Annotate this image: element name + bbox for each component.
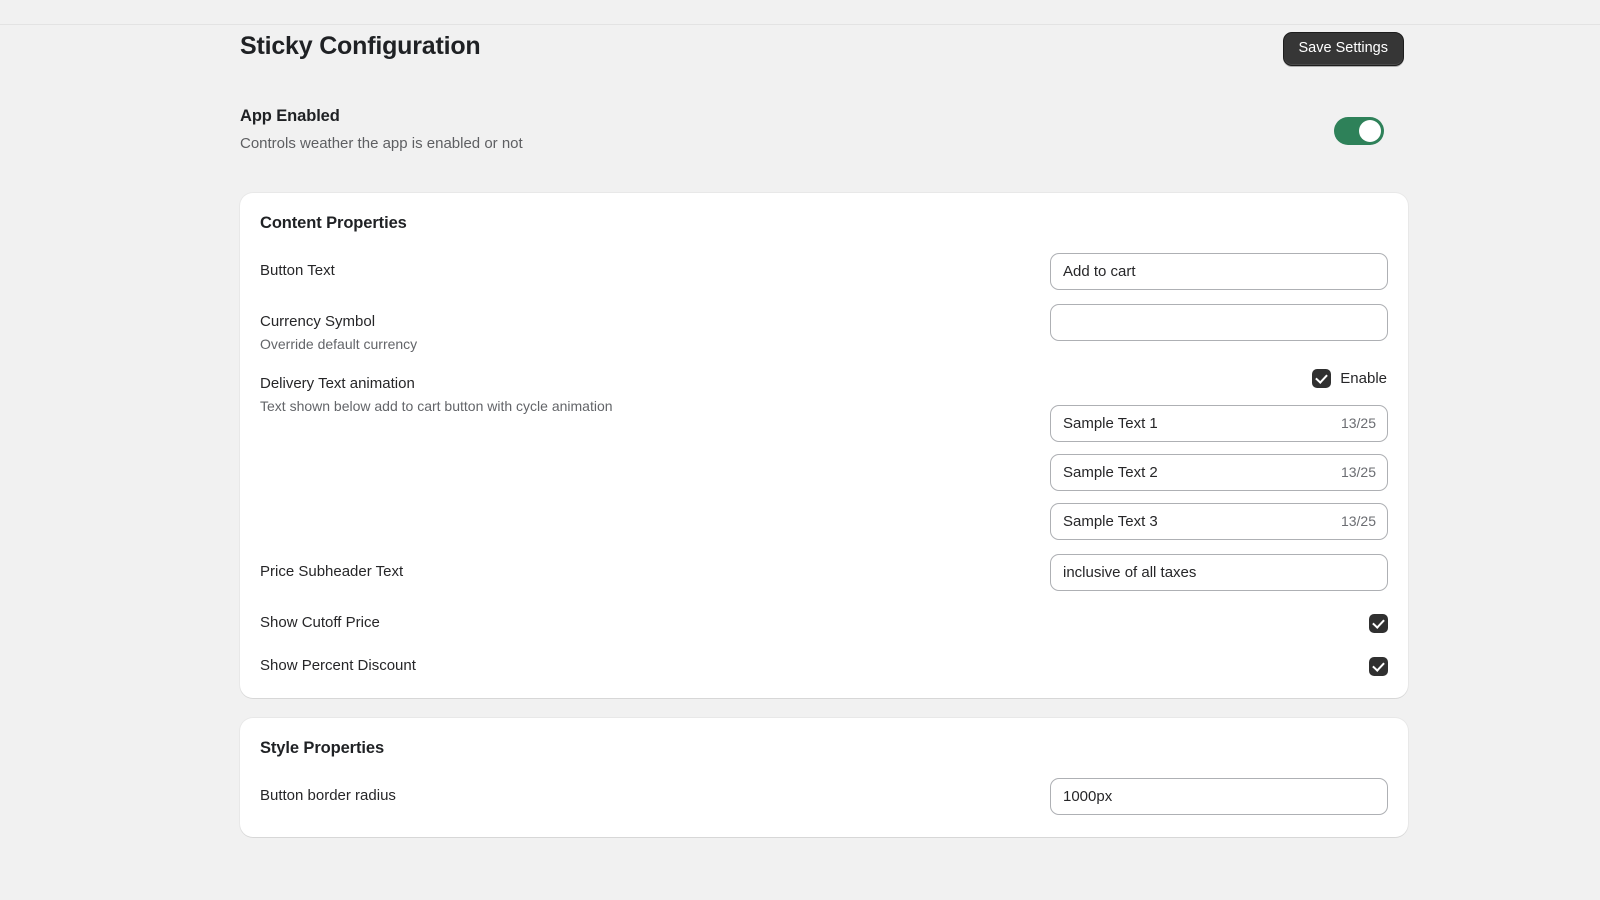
- page-header: Sticky Configuration Save Settings: [240, 25, 1408, 89]
- currency-symbol-input[interactable]: [1050, 304, 1388, 341]
- show-percent-discount-label: Show Percent Discount: [260, 656, 416, 674]
- style-properties-card: Style Properties Button border radius: [240, 718, 1408, 838]
- row-currency-symbol-control: [1040, 304, 1388, 341]
- price-subheader-label: Price Subheader Text: [260, 562, 404, 580]
- currency-symbol-help: Override default currency: [260, 335, 418, 352]
- delivery-text-animation-label: Delivery Text animation: [260, 374, 415, 392]
- currency-symbol-label: Currency Symbol: [260, 313, 376, 330]
- button-text-label: Button Text: [260, 262, 335, 279]
- content-properties-card: Content Properties Button Text Currency …: [240, 193, 1408, 699]
- row-delivery-control: Enable 13/25 13/25 13/25: [1040, 368, 1388, 540]
- row-button-border-radius: Button border radius: [260, 764, 1388, 816]
- row-delivery-labels: Delivery Text animation Text shown below…: [260, 369, 1040, 417]
- row-show-cutoff-labels: Show Cutoff Price: [260, 605, 1040, 634]
- delivery-enable-label: Enable: [1340, 369, 1387, 387]
- app-enabled-toggle[interactable]: [1334, 117, 1384, 145]
- delivery-enable-checkbox[interactable]: [1312, 368, 1332, 388]
- row-border-radius-labels: Button border radius: [260, 778, 1040, 807]
- save-settings-button[interactable]: Save Settings: [1282, 32, 1404, 66]
- row-button-text-labels: Button Text: [260, 253, 1040, 282]
- row-delivery-text-animation: Delivery Text animation Text shown below…: [260, 355, 1388, 540]
- page-title: Sticky Configuration: [240, 32, 481, 60]
- row-show-percent-control: [1040, 648, 1388, 676]
- row-price-subheader: Price Subheader Text: [260, 540, 1388, 591]
- delivery-text-field-3: 13/25: [1050, 502, 1388, 540]
- delivery-enable-group[interactable]: Enable: [1312, 368, 1388, 388]
- row-price-subheader-labels: Price Subheader Text: [260, 554, 1040, 583]
- row-border-radius-control: [1040, 778, 1388, 816]
- style-properties-title: Style Properties: [260, 739, 385, 758]
- button-border-radius-label: Button border radius: [260, 787, 396, 805]
- delivery-text-field-2: 13/25: [1050, 453, 1388, 491]
- delivery-text-field-1: 13/25: [1050, 404, 1388, 442]
- content-properties-title: Content Properties: [260, 214, 407, 232]
- show-percent-discount-checkbox[interactable]: [1369, 656, 1388, 676]
- price-subheader-input[interactable]: [1050, 553, 1388, 591]
- row-button-text: Button Text: [260, 239, 1388, 290]
- row-button-text-control: [1040, 253, 1388, 290]
- row-show-cutoff-control: [1040, 605, 1388, 633]
- delivery-text-input-3[interactable]: [1050, 502, 1388, 540]
- row-show-percent-discount: Show Percent Discount: [260, 634, 1388, 677]
- content-column: Sticky Configuration Save Settings App E…: [240, 25, 1408, 857]
- delivery-text-input-1[interactable]: [1050, 404, 1388, 442]
- app-top-bar: [0, 0, 1600, 25]
- row-currency-symbol: Currency Symbol Override default currenc…: [260, 290, 1388, 355]
- app-enabled-description: Controls weather the app is enabled or n…: [240, 135, 523, 152]
- app-enabled-section: App Enabled Controls weather the app is …: [240, 107, 1408, 193]
- delivery-text-input-2[interactable]: [1050, 453, 1388, 491]
- page-body: Sticky Configuration Save Settings App E…: [0, 25, 1600, 900]
- row-price-subheader-control: [1040, 553, 1388, 591]
- row-show-percent-labels: Show Percent Discount: [260, 648, 1040, 677]
- delivery-text-animation-help: Text shown below add to cart button with…: [260, 397, 613, 414]
- button-text-input[interactable]: [1050, 253, 1388, 290]
- show-cutoff-price-label: Show Cutoff Price: [260, 613, 380, 631]
- row-currency-symbol-labels: Currency Symbol Override default currenc…: [260, 304, 1040, 355]
- button-border-radius-input[interactable]: [1050, 778, 1388, 816]
- toggle-knob: [1359, 120, 1381, 142]
- app-enabled-title: App Enabled: [240, 107, 340, 125]
- row-show-cutoff-price: Show Cutoff Price: [260, 591, 1388, 634]
- show-cutoff-price-checkbox[interactable]: [1369, 613, 1388, 633]
